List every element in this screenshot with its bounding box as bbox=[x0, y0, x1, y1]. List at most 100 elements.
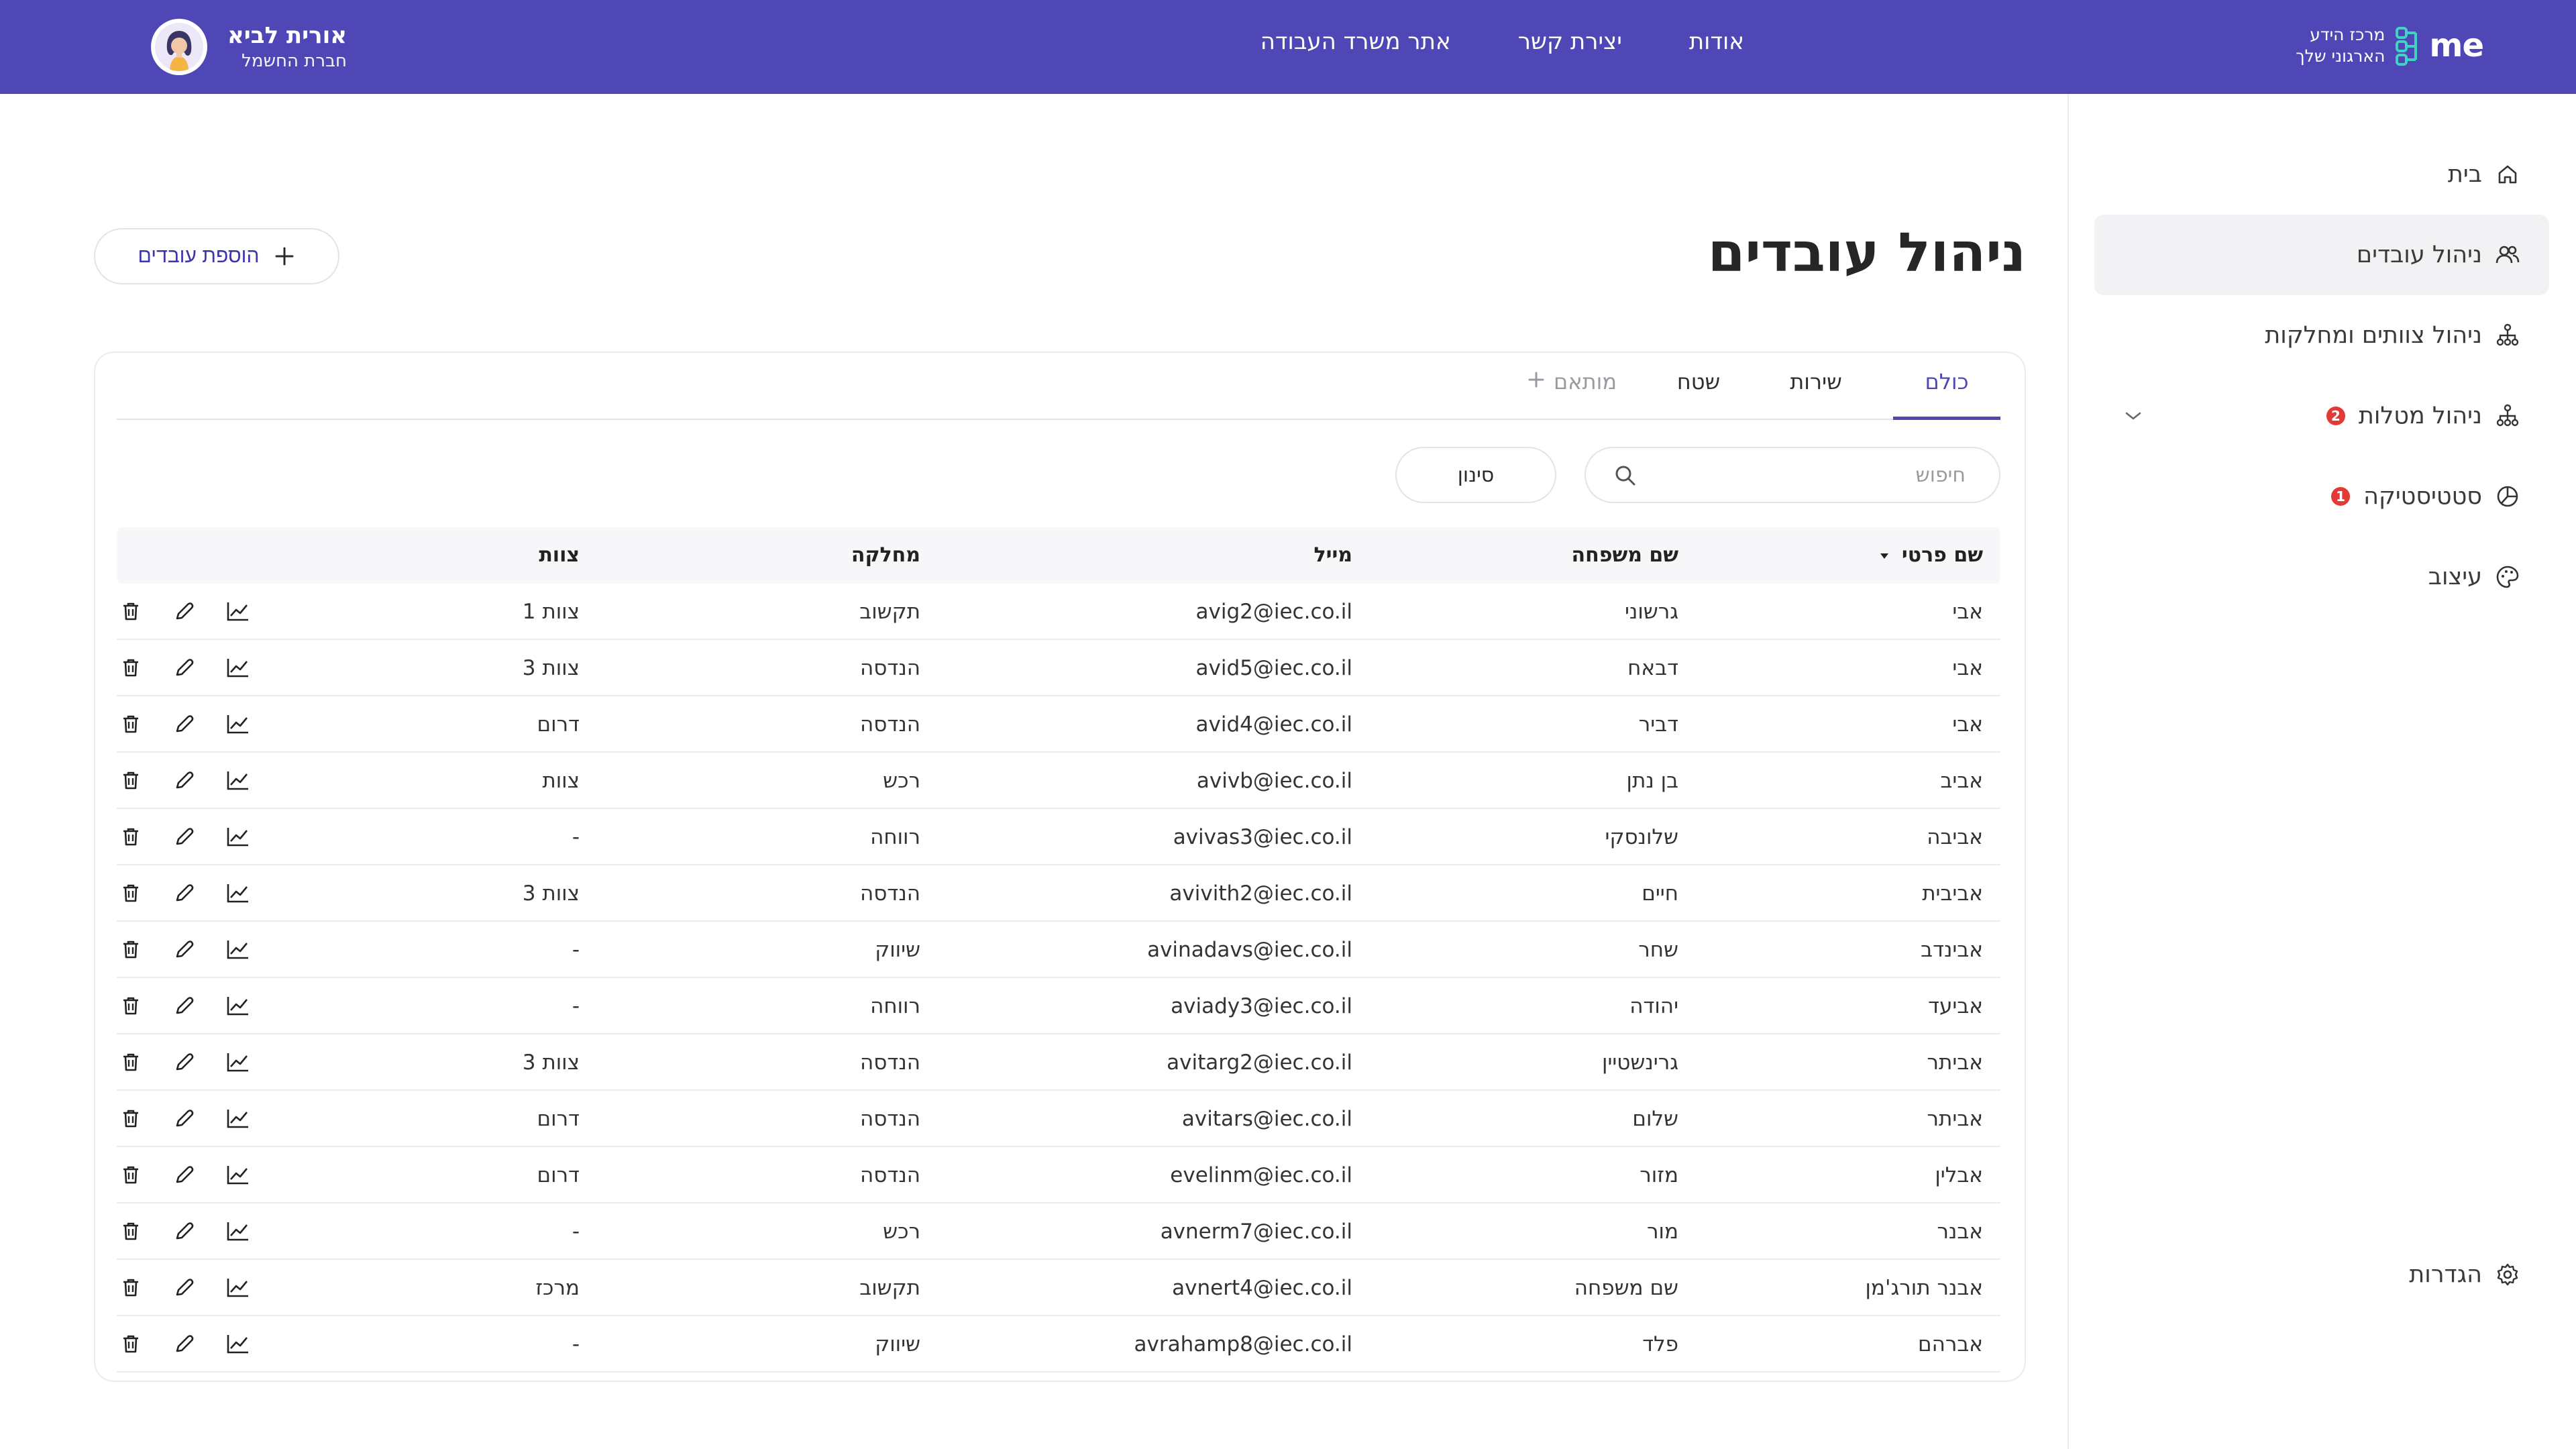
sidebar-item-label: הגדרות bbox=[2409, 1261, 2482, 1288]
stats-button[interactable] bbox=[224, 935, 252, 963]
nav-about-link[interactable]: אודות bbox=[1689, 28, 1744, 55]
stats-button[interactable] bbox=[224, 766, 252, 794]
table-row[interactable]: אבי גרשוני avig2@iec.co.il תקשוב צוות 1 bbox=[117, 584, 2000, 640]
stats-button[interactable] bbox=[224, 710, 252, 738]
stats-button[interactable] bbox=[224, 991, 252, 1020]
delete-button[interactable] bbox=[117, 1217, 145, 1245]
table-row[interactable]: אביתר שלום avitars@iec.co.il הנדסה דרום bbox=[117, 1091, 2000, 1147]
edit-button[interactable] bbox=[170, 597, 199, 625]
stats-button[interactable] bbox=[224, 1273, 252, 1301]
tab-service[interactable]: שירות bbox=[1779, 369, 1853, 420]
cell-first-name: אבנר תורג'מן bbox=[1865, 1276, 1983, 1300]
delete-button[interactable] bbox=[117, 935, 145, 963]
table-row[interactable]: אבנר מור avnerm7@iec.co.il רכש - bbox=[117, 1203, 2000, 1260]
row-actions bbox=[117, 597, 252, 625]
edit-button[interactable] bbox=[170, 991, 199, 1020]
edit-button[interactable] bbox=[170, 935, 199, 963]
cell-team: - bbox=[572, 825, 580, 849]
edit-button[interactable] bbox=[170, 653, 199, 682]
edit-button[interactable] bbox=[170, 1273, 199, 1301]
edit-button[interactable] bbox=[170, 879, 199, 907]
sidebar-item-label: ניהול מטלות bbox=[2358, 402, 2482, 429]
delete-button[interactable] bbox=[117, 822, 145, 851]
stats-button[interactable] bbox=[224, 822, 252, 851]
edit-button[interactable] bbox=[170, 822, 199, 851]
stats-button[interactable] bbox=[224, 653, 252, 682]
search-box bbox=[1585, 447, 2000, 503]
table-row[interactable]: אבי דביר avid4@iec.co.il הנדסה דרום bbox=[117, 696, 2000, 753]
add-employees-button[interactable]: הוספת עובדים bbox=[94, 228, 339, 284]
table-row[interactable]: אבי דבאח avid5@iec.co.il הנדסה צוות 3 bbox=[117, 640, 2000, 696]
stats-button[interactable] bbox=[224, 879, 252, 907]
column-header-department[interactable]: מחלקה bbox=[851, 543, 920, 567]
table-row[interactable]: אבינדב שחר avinadavs@iec.co.il שיווק - bbox=[117, 922, 2000, 978]
cell-team: צוות 3 bbox=[522, 656, 580, 680]
sidebar-item-statistics[interactable]: סטטיסטיקה 1 bbox=[2094, 456, 2549, 537]
stats-button[interactable] bbox=[224, 597, 252, 625]
nav-ministry-site-link[interactable]: אתר משרד העבודה bbox=[1260, 28, 1451, 55]
row-actions bbox=[117, 1330, 252, 1358]
edit-icon bbox=[176, 1166, 194, 1183]
filter-button[interactable]: סינון bbox=[1395, 447, 1556, 503]
cell-email: avig2@iec.co.il bbox=[1195, 600, 1352, 624]
chevron-down-icon[interactable] bbox=[2121, 404, 2145, 428]
delete-button[interactable] bbox=[117, 653, 145, 682]
tab-field[interactable]: שטח bbox=[1665, 369, 1732, 420]
nav-contact-link[interactable]: יצירת קשר bbox=[1518, 28, 1622, 55]
delete-button[interactable] bbox=[117, 991, 145, 1020]
table-header: שם פרטי שם משפחה מייל מחלקה צוות bbox=[117, 527, 2000, 584]
app-logo[interactable]: me מרכז הידע הארגוני שלך bbox=[2296, 24, 2484, 67]
table-row[interactable]: אביבה שלונסקי avivas3@iec.co.il רווחה - bbox=[117, 809, 2000, 865]
column-header-last-name[interactable]: שם משפחה bbox=[1572, 543, 1679, 567]
sidebar-item-design[interactable]: עיצוב bbox=[2094, 537, 2549, 617]
delete-button[interactable] bbox=[117, 1048, 145, 1076]
sidebar-item-teams[interactable]: ניהול צוותים ומחלקות bbox=[2094, 295, 2549, 376]
user-name: אורית לביא bbox=[227, 22, 347, 49]
sidebar-item-settings[interactable]: הגדרות bbox=[2094, 1234, 2549, 1315]
delete-button[interactable] bbox=[117, 1161, 145, 1189]
edit-button[interactable] bbox=[170, 1048, 199, 1076]
search-input[interactable] bbox=[1697, 463, 1966, 487]
user-info: אורית לביא חברת החשמל bbox=[227, 21, 347, 72]
delete-button[interactable] bbox=[117, 1330, 145, 1358]
row-actions bbox=[117, 935, 252, 963]
delete-button[interactable] bbox=[117, 710, 145, 738]
plus-icon bbox=[275, 247, 294, 266]
stats-button[interactable] bbox=[224, 1161, 252, 1189]
delete-button[interactable] bbox=[117, 1273, 145, 1301]
tab-all[interactable]: כולם bbox=[1893, 369, 2000, 420]
avatar[interactable] bbox=[151, 19, 207, 75]
user-menu[interactable]: אורית לביא חברת החשמל bbox=[151, 19, 347, 75]
delete-button[interactable] bbox=[117, 879, 145, 907]
delete-button[interactable] bbox=[117, 1104, 145, 1132]
stats-button[interactable] bbox=[224, 1104, 252, 1132]
sidebar-item-tasks[interactable]: ניהול מטלות 2 bbox=[2094, 376, 2549, 456]
tab-custom[interactable]: מותאם bbox=[1517, 369, 1625, 420]
sidebar-item-employees[interactable]: ניהול עובדים bbox=[2094, 215, 2549, 295]
column-header-first-name[interactable]: שם פרטי bbox=[1878, 543, 1983, 567]
cell-first-name: אביב bbox=[1940, 769, 1984, 793]
stats-button[interactable] bbox=[224, 1048, 252, 1076]
edit-icon bbox=[176, 828, 194, 845]
delete-button[interactable] bbox=[117, 597, 145, 625]
table-row[interactable]: אברהם פלד avrahamp8@iec.co.il שיווק - bbox=[117, 1316, 2000, 1373]
table-row[interactable]: אביב בן נתן avivb@iec.co.il רכש צוות bbox=[117, 753, 2000, 809]
stats-button[interactable] bbox=[224, 1330, 252, 1358]
table-row[interactable]: אביתר גרינשטיין avitarg2@iec.co.il הנדסה… bbox=[117, 1034, 2000, 1091]
edit-button[interactable] bbox=[170, 1330, 199, 1358]
table-row[interactable]: אביבית חיים avivith2@iec.co.il הנדסה צוו… bbox=[117, 865, 2000, 922]
stats-button[interactable] bbox=[224, 1217, 252, 1245]
table-row[interactable]: אביעד יהודה aviady3@iec.co.il רווחה - bbox=[117, 978, 2000, 1034]
column-header-team[interactable]: צוות bbox=[539, 543, 580, 567]
edit-button[interactable] bbox=[170, 1104, 199, 1132]
column-header-email[interactable]: מייל bbox=[1313, 543, 1352, 567]
chart-icon bbox=[227, 771, 248, 790]
sidebar-item-home[interactable]: בית bbox=[2094, 134, 2549, 215]
table-row[interactable]: אבנר תורג'מן שם משפחה avnert4@iec.co.il … bbox=[117, 1260, 2000, 1316]
edit-button[interactable] bbox=[170, 766, 199, 794]
delete-button[interactable] bbox=[117, 766, 145, 794]
edit-button[interactable] bbox=[170, 710, 199, 738]
edit-button[interactable] bbox=[170, 1217, 199, 1245]
table-row[interactable]: אבלין מזור evelinm@iec.co.il הנדסה דרום bbox=[117, 1147, 2000, 1203]
edit-button[interactable] bbox=[170, 1161, 199, 1189]
